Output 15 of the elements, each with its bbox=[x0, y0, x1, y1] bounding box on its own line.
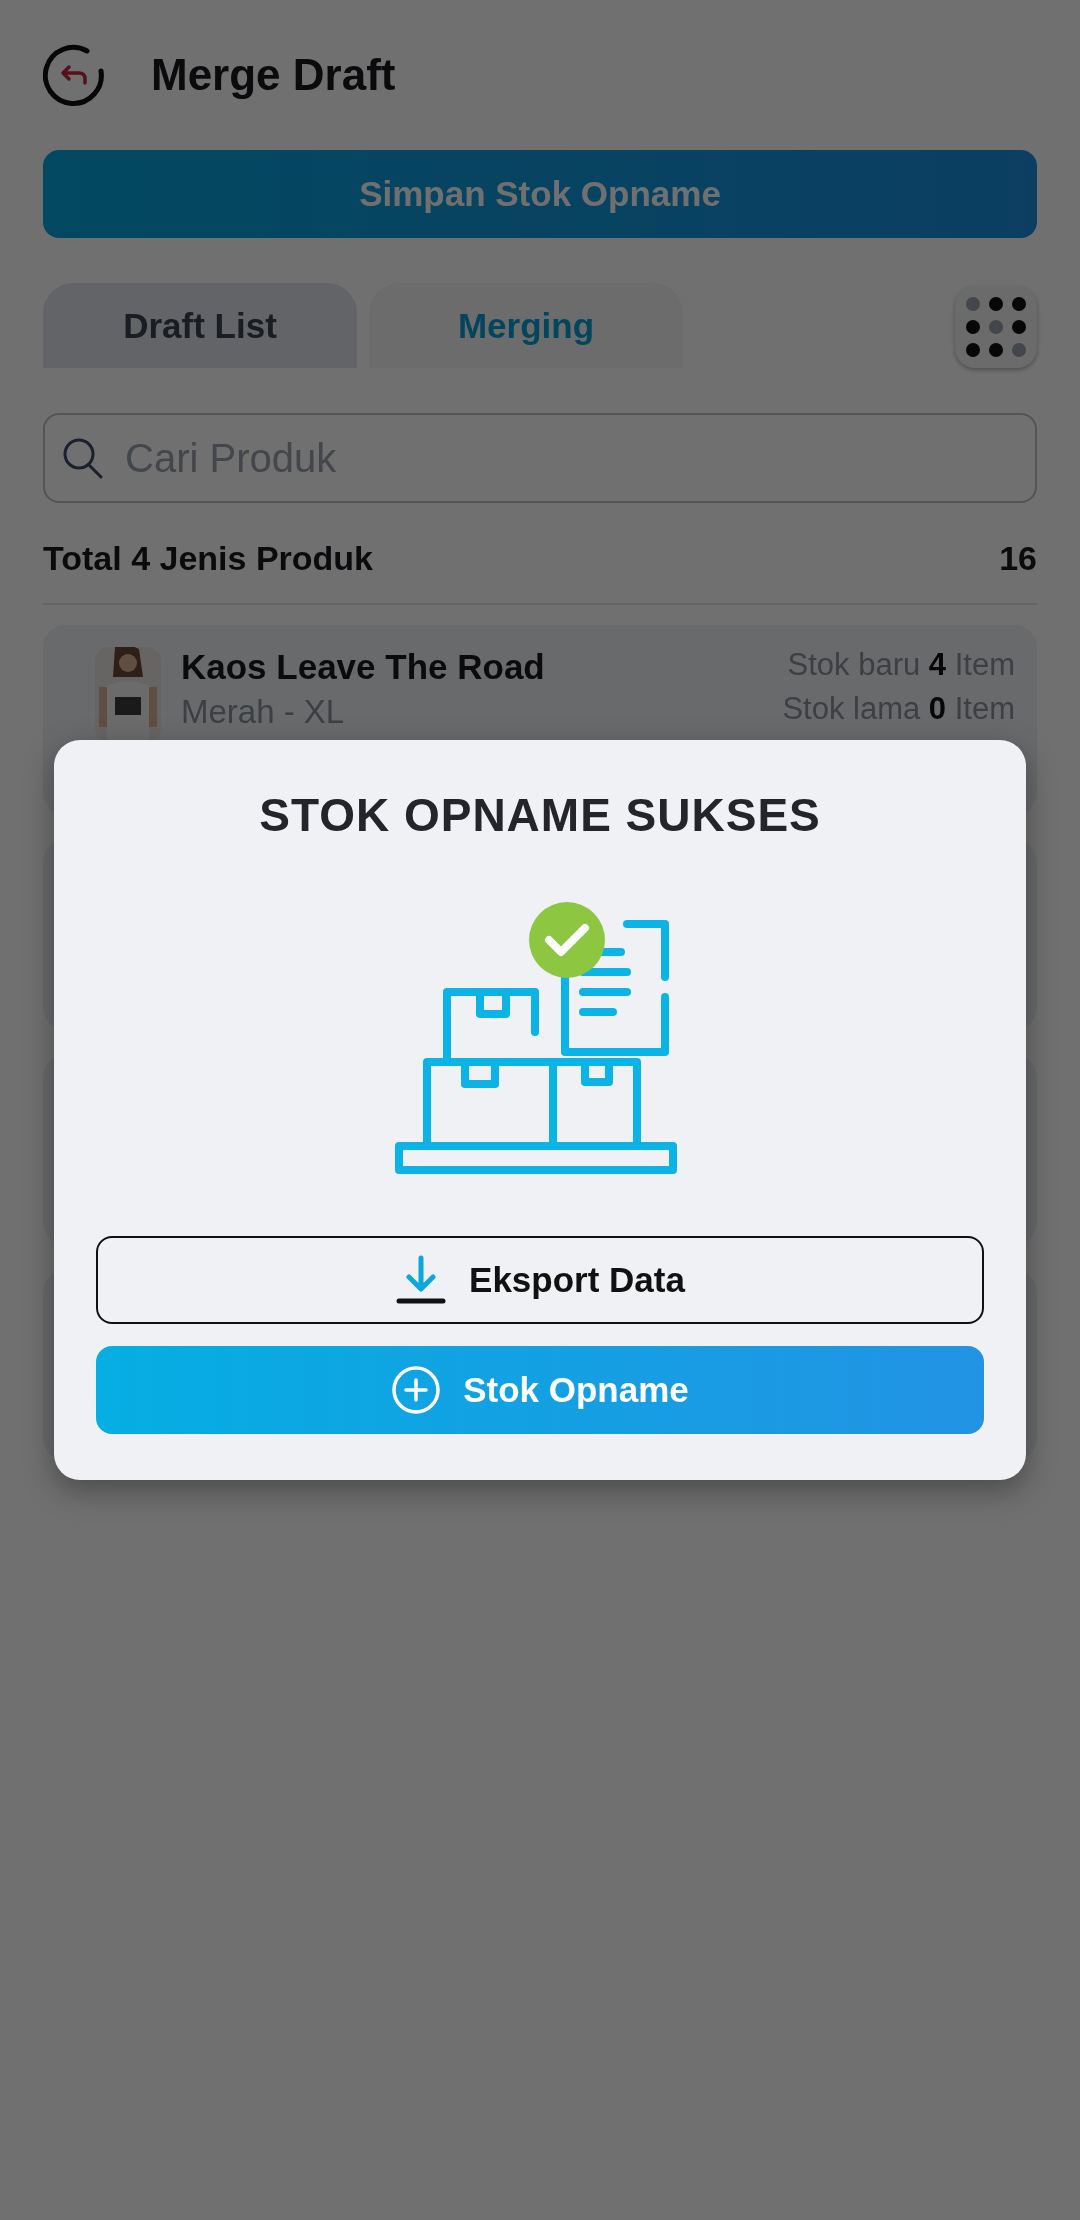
stock-opname-button[interactable]: Stok Opname bbox=[96, 1346, 984, 1434]
export-button[interactable]: Eksport Data bbox=[96, 1236, 984, 1324]
search-icon bbox=[61, 436, 105, 480]
tab[interactable]: Merging bbox=[369, 283, 683, 368]
product-name: Kaos Leave The Road bbox=[181, 647, 546, 687]
total-count: 16 bbox=[999, 538, 1037, 578]
save-button[interactable]: Simpan Stok Opname bbox=[43, 150, 1037, 238]
dots-grid-icon bbox=[965, 296, 1027, 358]
total-products-label: Total 4 Jenis Produk bbox=[43, 538, 373, 578]
tab[interactable]: Draft List bbox=[43, 283, 357, 368]
plus-circle-icon bbox=[391, 1365, 442, 1415]
back-icon[interactable] bbox=[43, 43, 107, 107]
page-title: Merge Draft bbox=[151, 50, 396, 100]
grid-menu-button[interactable] bbox=[955, 286, 1037, 368]
download-icon bbox=[395, 1254, 448, 1306]
